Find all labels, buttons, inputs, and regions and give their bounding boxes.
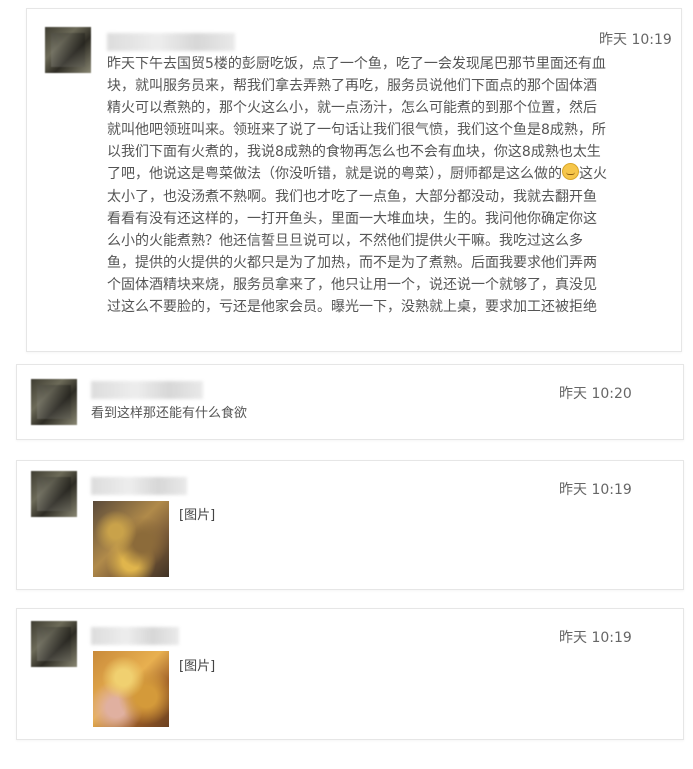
username-blurred[interactable] [91, 477, 187, 495]
comment-text: 看到这样那还能有什么食欲 [91, 406, 248, 421]
username-blurred[interactable] [91, 627, 179, 645]
comment-card-1: 昨天 10:19 昨天下午去国贸5楼的彭厨吃饭，点了一个鱼，吃了一会发现尾巴那节… [26, 8, 682, 352]
comment-text: 昨天下午去国贸5楼的彭厨吃饭，点了一个鱼，吃了一会发现尾巴那节里面还有血块，就叫… [107, 53, 609, 318]
avatar[interactable] [31, 379, 77, 425]
attached-photo[interactable] [93, 651, 169, 727]
attached-photo[interactable] [93, 501, 169, 577]
username-blurred[interactable] [107, 33, 235, 51]
avatar[interactable] [45, 27, 91, 73]
comment-card-2: 昨天 10:20 看到这样那还能有什么食欲 [16, 364, 684, 440]
avatar[interactable] [31, 471, 77, 517]
unamused-face-icon [562, 163, 579, 181]
comment-card-4: 昨天 10:19 [图片] [16, 608, 684, 740]
comment-card-3: 昨天 10:19 [图片] [16, 460, 684, 590]
comment-time: 昨天 10:19 [599, 32, 672, 48]
avatar[interactable] [31, 621, 77, 667]
comment-text-part-1: 昨天下午去国贸5楼的彭厨吃饭，点了一个鱼，吃了一会发现尾巴那节里面还有血块，就叫… [107, 56, 606, 183]
comment-time: 昨天 10:19 [559, 482, 632, 498]
image-label: [图片] [179, 508, 216, 523]
comment-text-part-2: 这火太小了，也没汤煮不熟啊。我们也才吃了一点鱼，大部分都没动，我就去翻开鱼看看有… [107, 166, 607, 316]
image-label: [图片] [179, 659, 216, 674]
comment-time: 昨天 10:20 [559, 386, 632, 402]
comment-time: 昨天 10:19 [559, 630, 632, 646]
username-blurred[interactable] [91, 381, 203, 399]
